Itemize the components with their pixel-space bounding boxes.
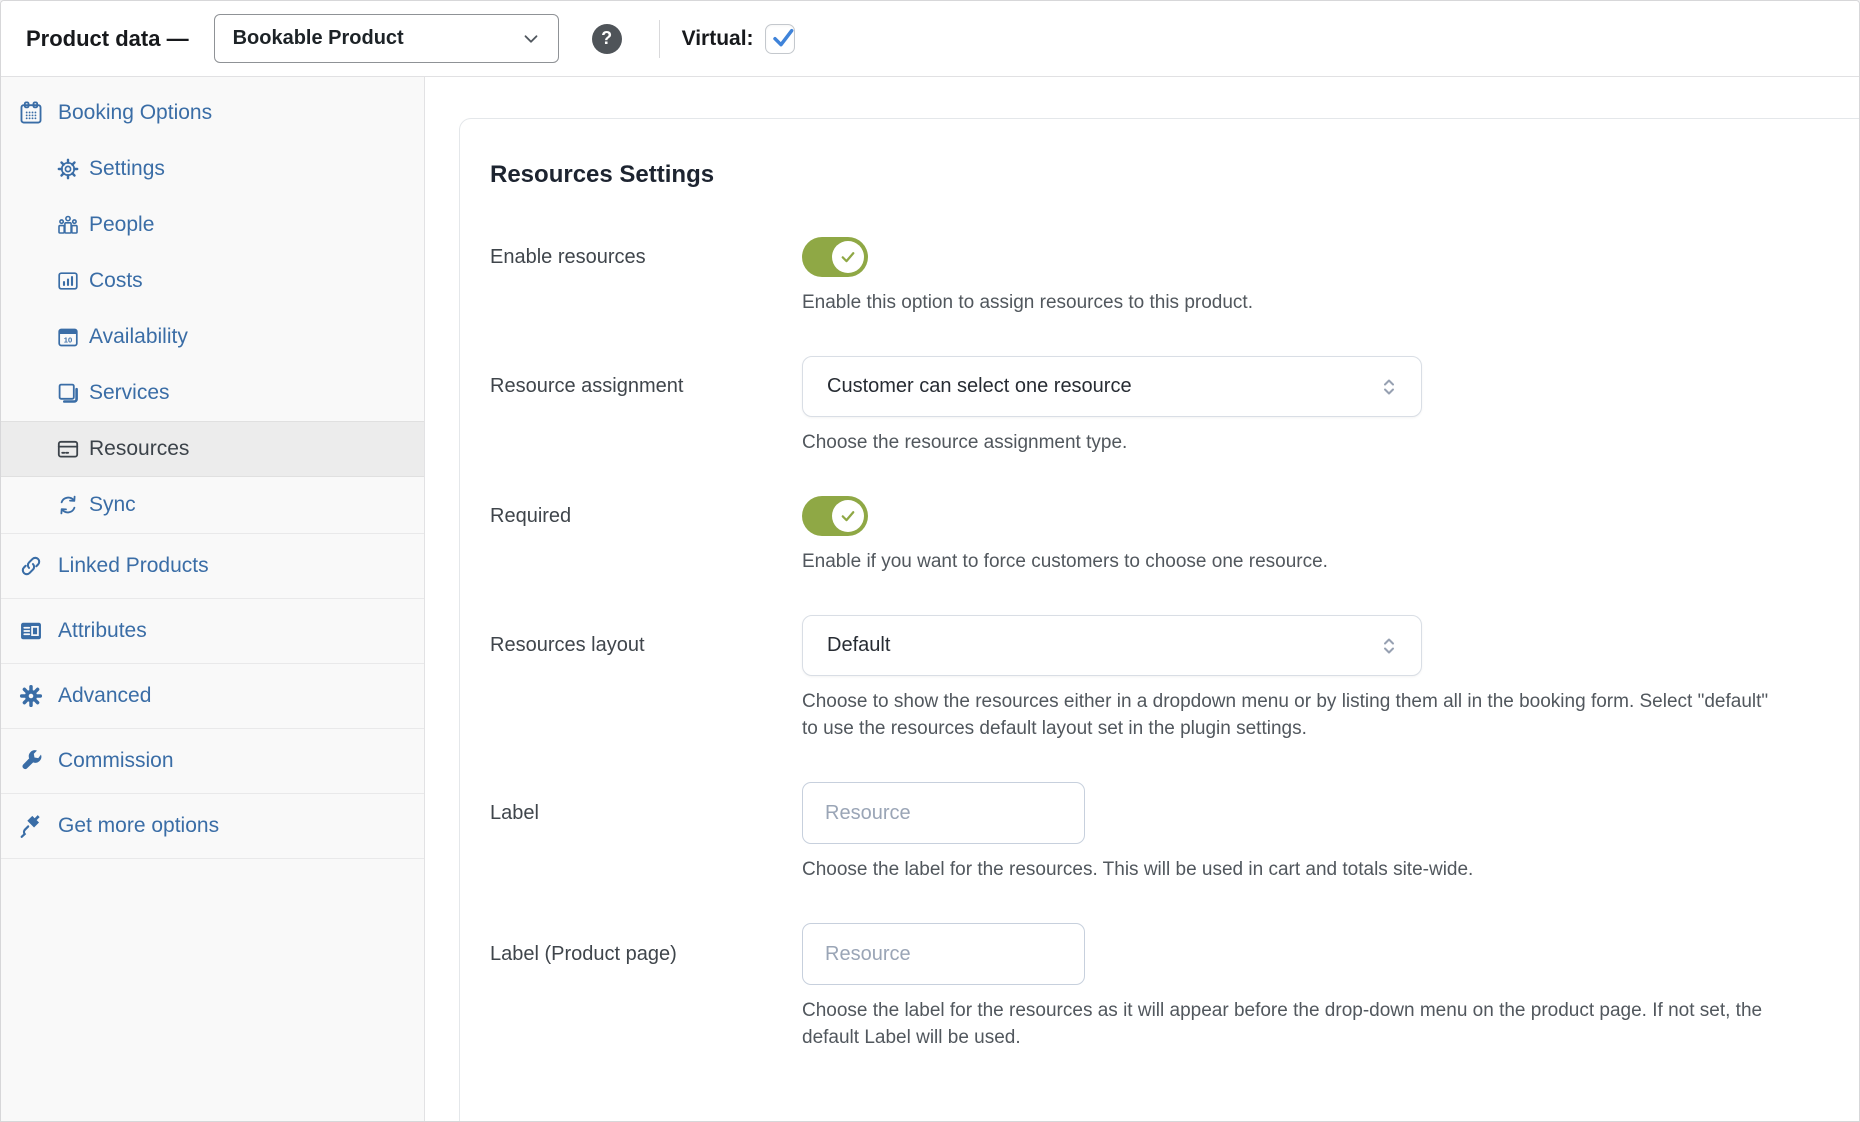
sidebar-item-label: People [89,213,154,237]
window-stack-icon [56,381,80,405]
resource-assignment-select[interactable]: Customer can select one resource [802,356,1422,417]
label-description: Choose the label for the resources. This… [802,856,1787,883]
sidebar-item-label: Settings [89,157,165,181]
required-description: Enable if you want to force customers to… [802,548,1787,575]
resources-layout-select[interactable]: Default [802,615,1422,676]
sidebar-item-services[interactable]: Services [1,365,424,421]
help-icon[interactable]: ? [592,24,622,54]
product-type-select[interactable]: Bookable Product [214,14,559,63]
resource-assignment-select-value: Customer can select one resource [827,375,1132,398]
sidebar-item-costs[interactable]: Costs [1,253,424,309]
enable-resources-description: Enable this option to assign resources t… [802,289,1787,316]
sidebar-item-label: Booking Options [58,101,212,125]
label-input[interactable] [802,782,1085,844]
sidebar-item-label: Availability [89,325,188,349]
sidebar-item-attributes[interactable]: Attributes [1,599,424,663]
label-product-page-row: Label (Product page) Choose the label fo… [490,923,1859,1051]
chevron-up-down-icon [1377,375,1401,399]
resources-layout-label: Resources layout [490,615,802,676]
header-divider [659,20,660,58]
sidebar-item-label: Costs [89,269,143,293]
toggle-knob [832,241,864,273]
resources-layout-row: Resources layout Default Choose to show … [490,615,1859,742]
enable-resources-row: Enable resources Enable this option to a… [490,237,1859,316]
resource-assignment-description: Choose the resource assignment type. [802,429,1787,456]
sidebar-item-label: Sync [89,493,136,517]
sidebar-item-label: Services [89,381,170,405]
svg-text:10: 10 [64,335,72,344]
sidebar: Booking Options Settings People Costs 10 Avai… [1,77,425,1121]
link-icon [18,553,44,579]
enable-resources-label: Enable resources [490,237,802,277]
label-product-page-input[interactable] [802,923,1085,985]
card-icon [56,437,80,461]
virtual-checkbox[interactable] [765,24,795,54]
sidebar-divider [1,858,424,859]
help-icon-glyph: ? [601,28,612,49]
checkmark-icon [839,507,857,525]
toggle-knob [832,500,864,532]
sidebar-item-label: Commission [58,749,174,773]
sidebar-item-commission[interactable]: Commission [1,729,424,793]
plug-icon [18,813,44,839]
sidebar-item-booking-options[interactable]: Booking Options [1,85,424,141]
sidebar-item-label: Advanced [58,684,151,708]
people-icon [56,213,80,237]
attributes-icon [18,618,44,644]
resource-assignment-row: Resource assignment Customer can select … [490,356,1859,456]
product-data-header: Product data — Bookable Product ? Virtua… [1,1,1859,77]
main-area: Resources Settings Enable resources Enab… [425,77,1859,1121]
sidebar-item-availability[interactable]: 10 Availability [1,309,424,365]
sidebar-item-advanced[interactable]: Advanced [1,664,424,728]
calendar-icon [18,100,44,126]
sidebar-item-settings[interactable]: Settings [1,141,424,197]
required-label: Required [490,496,802,536]
gear-icon [56,157,80,181]
sync-icon [56,493,80,517]
product-type-select-value: Bookable Product [233,27,404,50]
virtual-label: Virtual: [682,27,754,51]
page-title: Product data — [26,26,189,52]
sidebar-item-label: Linked Products [58,554,209,578]
chevron-up-down-icon [1377,634,1401,658]
sidebar-item-label: Get more options [58,814,219,838]
label-label: Label [490,782,802,844]
product-data-metabox: Product data — Bookable Product ? Virtua… [0,0,1860,1122]
sidebar-item-linked-products[interactable]: Linked Products [1,534,424,598]
sidebar-item-get-more-options[interactable]: Get more options [1,794,424,858]
resources-settings-panel: Resources Settings Enable resources Enab… [459,118,1859,1121]
enable-resources-toggle[interactable] [802,237,868,277]
label-product-page-label: Label (Product page) [490,923,802,985]
sidebar-item-label: Resources [89,437,189,461]
required-toggle[interactable] [802,496,868,536]
checkmark-icon [767,22,799,54]
sidebar-item-sync[interactable]: Sync [1,477,424,533]
label-product-page-description: Choose the label for the resources as it… [802,997,1787,1051]
label-row: Label Choose the label for the resources… [490,782,1859,883]
panel-title: Resources Settings [490,161,1859,189]
bar-chart-icon [56,269,80,293]
calendar-date-icon: 10 [56,325,80,349]
checkmark-icon [839,248,857,266]
gear-solid-icon [18,683,44,709]
resources-layout-description: Choose to show the resources either in a… [802,688,1787,742]
resources-layout-select-value: Default [827,634,890,657]
sidebar-item-people[interactable]: People [1,197,424,253]
sidebar-item-label: Attributes [58,619,147,643]
chevron-down-icon [520,28,542,50]
resource-assignment-label: Resource assignment [490,356,802,417]
product-data-body: Booking Options Settings People Costs 10 Avai… [1,77,1859,1121]
required-row: Required Enable if you want to force cus… [490,496,1859,575]
sidebar-item-resources[interactable]: Resources [1,421,424,477]
wrench-icon [18,748,44,774]
